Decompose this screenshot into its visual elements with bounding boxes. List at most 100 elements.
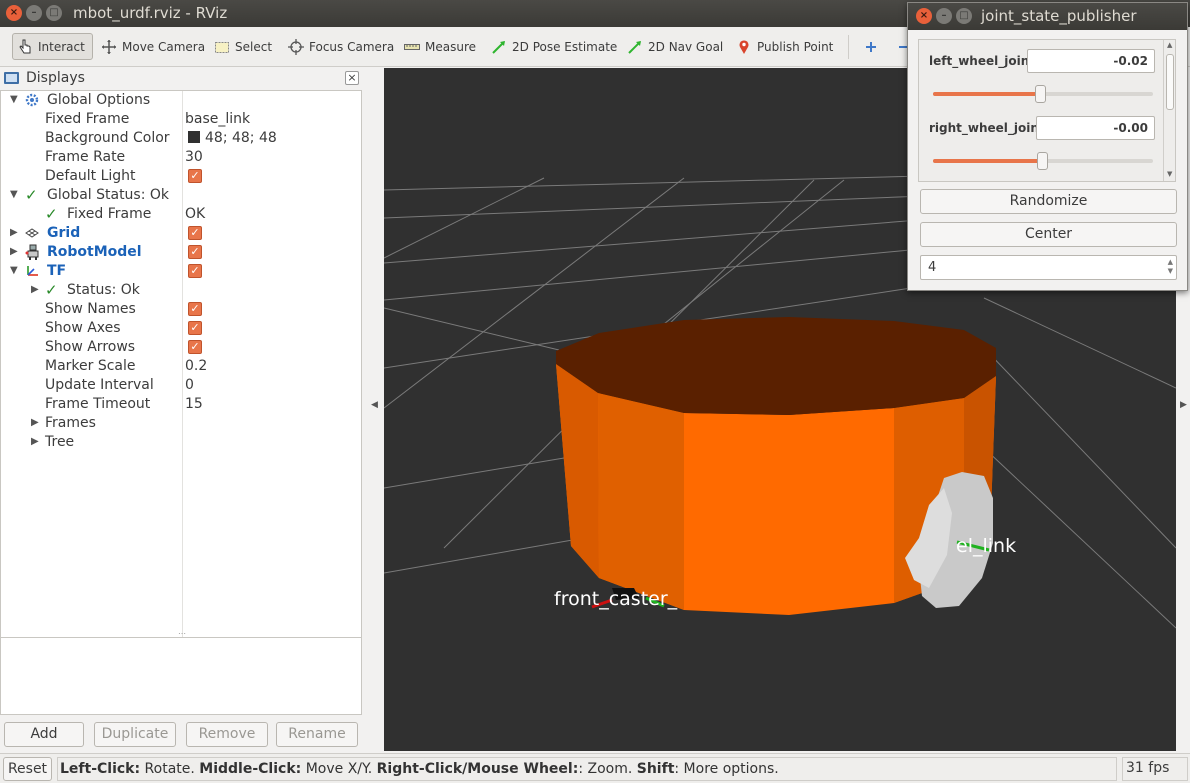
window-title: mbot_urdf.rviz - RViz bbox=[73, 4, 228, 22]
select-tool-button[interactable]: Select bbox=[210, 33, 276, 60]
nav-goal-tool-button[interactable]: 2D Nav Goal bbox=[623, 33, 727, 60]
fixed-frame-label: Fixed Frame bbox=[45, 111, 130, 127]
grid-checkbox[interactable]: ✓ bbox=[188, 226, 202, 240]
frame-rate-value[interactable]: 30 bbox=[185, 149, 203, 165]
scroll-up-arrow-icon[interactable]: ▲ bbox=[1167, 41, 1172, 49]
jsp-scrollbar[interactable]: ▲ ▼ bbox=[1163, 40, 1176, 181]
show-axes-checkbox[interactable]: ✓ bbox=[188, 321, 202, 335]
spin-arrows-icon[interactable]: ▲ ▼ bbox=[1168, 258, 1173, 276]
publish-point-tool-button[interactable]: Publish Point bbox=[732, 33, 837, 60]
jsp-close-icon[interactable]: × bbox=[916, 8, 932, 24]
randomize-button[interactable]: Randomize bbox=[920, 189, 1177, 214]
displays-tree: ▼ Global Options Fixed Frame base_link B… bbox=[0, 90, 362, 697]
status-ok-check-icon: ✓ bbox=[45, 205, 58, 223]
tree-row-fixed-frame[interactable]: Fixed Frame base_link bbox=[1, 110, 361, 129]
collapse-left-arrow-icon[interactable]: ◀ bbox=[371, 400, 378, 410]
interact-tool-button[interactable]: Interact bbox=[12, 33, 93, 60]
collapse-arrow-icon[interactable]: ▶ bbox=[10, 246, 18, 257]
right-wheel-joint-slider[interactable] bbox=[933, 152, 1153, 170]
add-button[interactable]: Add bbox=[4, 722, 84, 747]
rename-button[interactable]: Rename bbox=[276, 722, 358, 747]
tree-label: Tree bbox=[45, 434, 75, 450]
tree-row-grid[interactable]: ▶ Grid ✓ bbox=[1, 224, 361, 243]
show-arrows-checkbox[interactable]: ✓ bbox=[188, 340, 202, 354]
tree-row-robot-model[interactable]: ▶ RobotModel ✓ bbox=[1, 243, 361, 262]
expand-arrow-icon[interactable]: ▼ bbox=[10, 94, 18, 105]
status-ok-check-icon: ✓ bbox=[25, 186, 38, 204]
wheel-frame-label: el_link bbox=[956, 535, 1016, 557]
displays-panel: Displays × ▼ Global Options Fixed Frame … bbox=[0, 68, 364, 751]
fixed-frame-value[interactable]: base_link bbox=[185, 111, 250, 127]
joint-sliders-area: left_wheel_joint -0.02 right_wheel_joint… bbox=[918, 39, 1176, 182]
tree-row-background-color[interactable]: Background Color 48; 48; 48 bbox=[1, 129, 361, 148]
tree-row-tf[interactable]: ▼ TF ✓ bbox=[1, 262, 361, 281]
focus-camera-tool-label: Focus Camera bbox=[309, 39, 395, 54]
select-tool-label: Select bbox=[235, 39, 273, 54]
tree-row-tf-status[interactable]: ▶ ✓ Status: Ok bbox=[1, 281, 361, 300]
spinbox-value: 4 bbox=[928, 260, 937, 275]
default-light-checkbox[interactable]: ✓ bbox=[188, 169, 202, 183]
add-tool-button[interactable] bbox=[859, 33, 883, 60]
frame-timeout-value[interactable]: 15 bbox=[185, 396, 203, 412]
tree-row-frames[interactable]: ▶ Frames bbox=[1, 414, 361, 433]
marker-scale-label: Marker Scale bbox=[45, 358, 136, 374]
close-window-icon[interactable]: × bbox=[6, 5, 22, 21]
tf-checkbox[interactable]: ✓ bbox=[188, 264, 202, 278]
remove-button[interactable]: Remove bbox=[186, 722, 268, 747]
default-light-label: Default Light bbox=[45, 168, 136, 184]
collapse-arrow-icon[interactable]: ▶ bbox=[31, 417, 39, 428]
show-names-checkbox[interactable]: ✓ bbox=[188, 302, 202, 316]
tree-row-global-options[interactable]: ▼ Global Options bbox=[1, 91, 361, 110]
status-ok-check-icon: ✓ bbox=[45, 281, 58, 299]
tree-row-update-interval[interactable]: Update Interval 0 bbox=[1, 376, 361, 395]
collapse-arrow-icon[interactable]: ▶ bbox=[31, 436, 39, 447]
color-swatch bbox=[188, 131, 200, 143]
center-button[interactable]: Center bbox=[920, 222, 1177, 247]
expand-arrow-icon[interactable]: ▼ bbox=[10, 265, 18, 276]
tree-row-default-light[interactable]: Default Light ✓ bbox=[1, 167, 361, 186]
global-status-label: Global Status: Ok bbox=[47, 187, 170, 203]
focus-camera-tool-button[interactable]: Focus Camera bbox=[284, 33, 398, 60]
left-wheel-joint-value-input[interactable]: -0.02 bbox=[1027, 49, 1155, 73]
tree-row-frame-rate[interactable]: Frame Rate 30 bbox=[1, 148, 361, 167]
tree-row-marker-scale[interactable]: Marker Scale 0.2 bbox=[1, 357, 361, 376]
tree-row-global-status[interactable]: ▼ ✓ Global Status: Ok bbox=[1, 186, 361, 205]
jsp-minimize-icon[interactable]: – bbox=[936, 8, 952, 24]
slider-thumb[interactable] bbox=[1035, 85, 1046, 103]
collapse-arrow-icon[interactable]: ▶ bbox=[31, 284, 39, 295]
marker-scale-value[interactable]: 0.2 bbox=[185, 358, 207, 374]
expand-arrow-icon[interactable]: ▼ bbox=[10, 189, 18, 200]
add-tool-icon bbox=[863, 39, 879, 55]
duplicate-button[interactable]: Duplicate bbox=[94, 722, 176, 747]
pose-estimate-tool-button[interactable]: 2D Pose Estimate bbox=[487, 33, 621, 60]
tree-row-show-arrows[interactable]: Show Arrows ✓ bbox=[1, 338, 361, 357]
minimize-window-icon[interactable]: – bbox=[26, 5, 42, 21]
spinbox-input[interactable]: 4 ▲ ▼ bbox=[920, 255, 1177, 280]
reset-button[interactable]: Reset bbox=[3, 757, 52, 781]
collapse-right-arrow-icon[interactable]: ▶ bbox=[1180, 400, 1187, 410]
maximize-window-icon[interactable]: □ bbox=[46, 5, 62, 21]
tree-row-show-names[interactable]: Show Names ✓ bbox=[1, 300, 361, 319]
scroll-down-arrow-icon[interactable]: ▼ bbox=[1167, 170, 1172, 178]
mouse-hint: Left-Click: Rotate. Middle-Click: Move X… bbox=[57, 757, 1117, 781]
update-interval-value[interactable]: 0 bbox=[185, 377, 194, 393]
tree-row-status-fixed-frame[interactable]: ✓ Fixed Frame OK bbox=[1, 205, 361, 224]
robot-model-checkbox[interactable]: ✓ bbox=[188, 245, 202, 259]
hint-right-click: Right-Click/Mouse Wheel: bbox=[376, 761, 579, 777]
collapse-arrow-icon[interactable]: ▶ bbox=[10, 227, 18, 238]
show-arrows-label: Show Arrows bbox=[45, 339, 136, 355]
jsp-maximize-icon[interactable]: □ bbox=[956, 8, 972, 24]
tree-row-show-axes[interactable]: Show Axes ✓ bbox=[1, 319, 361, 338]
scrollbar-thumb[interactable] bbox=[1166, 54, 1174, 110]
right-wheel-joint-value-input[interactable]: -0.00 bbox=[1036, 116, 1155, 140]
background-color-value-cell[interactable]: 48; 48; 48 bbox=[188, 130, 277, 146]
tree-row-tree[interactable]: ▶ Tree bbox=[1, 433, 361, 452]
select-rectangle-icon bbox=[214, 39, 230, 55]
left-wheel-joint-slider[interactable] bbox=[933, 85, 1153, 103]
move-camera-tool-button[interactable]: Move Camera bbox=[97, 33, 209, 60]
measure-tool-label: Measure bbox=[425, 39, 476, 54]
tree-row-frame-timeout[interactable]: Frame Timeout 15 bbox=[1, 395, 361, 414]
slider-thumb[interactable] bbox=[1037, 152, 1048, 170]
measure-tool-button[interactable]: Measure bbox=[400, 33, 480, 60]
close-panel-icon[interactable]: × bbox=[345, 71, 359, 85]
